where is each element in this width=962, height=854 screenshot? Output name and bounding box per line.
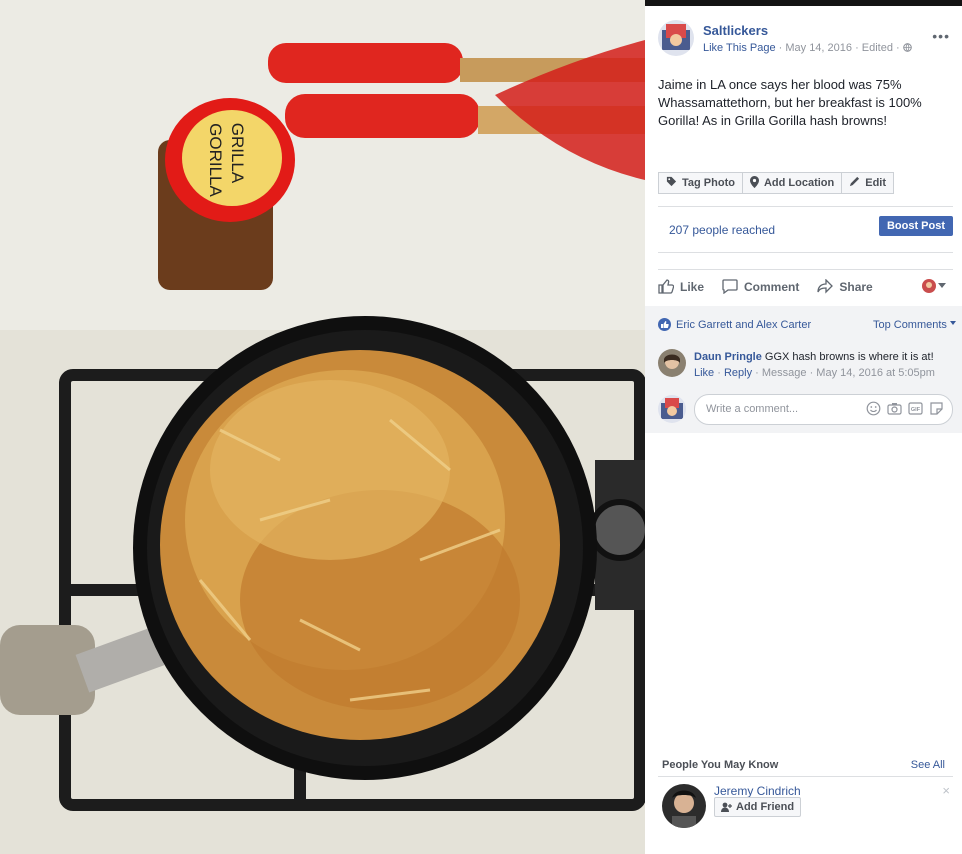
add-friend-icon	[721, 802, 732, 812]
profile-mini-icon	[922, 279, 936, 293]
comment-input[interactable]	[704, 402, 858, 416]
comment-composer[interactable]: GIF	[694, 394, 953, 425]
share-arrow-icon	[817, 279, 834, 294]
comment-timestamp: · Message · May 14, 2016 at 5:05pm	[752, 367, 935, 379]
sticker-icon[interactable]	[929, 401, 944, 416]
share-button[interactable]: Share	[817, 279, 873, 294]
suggested-friend-avatar-image	[662, 784, 706, 828]
liked-by-summary[interactable]: Eric Garrett and Alex Carter	[658, 318, 811, 331]
divider	[658, 776, 953, 777]
edit-label: Edit	[865, 177, 887, 189]
comment-meta: Like · Reply · Message · May 14, 2016 at…	[694, 367, 935, 379]
like-button[interactable]: Like	[658, 279, 704, 294]
svg-text:GIF: GIF	[911, 407, 921, 413]
comment-button[interactable]: Comment	[722, 279, 799, 294]
add-location-button[interactable]: Add Location	[742, 172, 843, 194]
post-meta: Like This Page · May 14, 2016 · Edited ·	[703, 42, 912, 54]
see-all-link[interactable]: See All	[911, 759, 945, 771]
comment-bubble-icon	[722, 279, 738, 294]
caret-down-icon	[950, 321, 956, 325]
commenter-avatar[interactable]	[658, 349, 686, 377]
liked-by-names: Eric Garrett and Alex Carter	[676, 318, 812, 331]
edit-button[interactable]: Edit	[842, 172, 895, 194]
reaction-bar: Like Comment Share	[658, 279, 873, 294]
post-photo[interactable]: GRILLA GORILLA	[0, 0, 645, 854]
add-friend-button[interactable]: Add Friend	[714, 797, 802, 817]
like-page-link[interactable]: Like This Page	[703, 42, 776, 54]
gif-icon[interactable]: GIF	[908, 401, 923, 416]
post-caption: Jaime in LA once says her blood was 75% …	[658, 77, 922, 128]
photo-image: GRILLA GORILLA	[0, 0, 645, 854]
divider	[658, 252, 953, 253]
comment-label: Comment	[744, 279, 800, 294]
page-name[interactable]: Saltlickers	[703, 23, 768, 38]
comment-text: GGX hash browns is where it is at!	[764, 351, 934, 363]
composer-icons: GIF	[866, 401, 944, 416]
like-label: Like	[680, 279, 705, 294]
page-avatar[interactable]	[658, 20, 694, 56]
like-reaction-icon	[658, 318, 671, 331]
divider	[658, 206, 953, 207]
comment-author[interactable]: Daun Pringle	[694, 351, 762, 363]
thumbs-up-icon	[658, 279, 674, 294]
share-label: Share	[839, 279, 873, 294]
pencil-icon	[849, 176, 860, 190]
caret-down-icon	[938, 283, 946, 288]
location-pin-icon	[749, 175, 759, 191]
comments-section: Eric Garrett and Alex Carter Top Comment…	[645, 306, 962, 433]
suggested-friend-name[interactable]: Jeremy Cindrich	[714, 784, 801, 798]
post-date: · May 14, 2016 · Edited ·	[775, 42, 903, 54]
camera-icon[interactable]	[887, 401, 902, 416]
post-side-panel: Saltlickers Like This Page · May 14, 201…	[645, 6, 962, 854]
emoji-icon[interactable]	[866, 401, 881, 416]
divider	[658, 269, 953, 270]
boost-post-button[interactable]: Boost Post	[878, 216, 953, 236]
dismiss-suggestion-icon[interactable]: ×	[942, 783, 950, 798]
spice-label-line1: GRILLA	[228, 123, 247, 184]
people-reached-link[interactable]: 207 people reached	[669, 223, 775, 237]
comment-reply-link[interactable]: Reply	[724, 367, 752, 379]
comment-sort-label: Top Comments	[872, 319, 947, 331]
commenter-avatar-image	[658, 349, 686, 377]
spice-label-line2: GORILLA	[206, 123, 225, 197]
suggested-friend-avatar[interactable]	[662, 784, 706, 828]
tag-icon	[666, 176, 677, 190]
add-friend-label: Add Friend	[736, 801, 795, 813]
comment-sort-dropdown[interactable]: Top Comments	[873, 319, 956, 331]
photo-actions: Tag Photo Add Location Edit	[658, 172, 895, 194]
audience-selector[interactable]	[922, 279, 946, 293]
current-user-avatar	[658, 395, 686, 423]
more-options-icon[interactable]: •••	[932, 28, 950, 44]
people-you-may-know-title: People You May Know	[662, 759, 779, 771]
globe-icon	[902, 42, 912, 54]
page-avatar-image	[658, 20, 694, 56]
comment-like-link[interactable]: Like	[694, 367, 714, 379]
tag-photo-button[interactable]: Tag Photo	[658, 172, 743, 194]
add-location-label: Add Location	[763, 177, 835, 189]
tag-photo-label: Tag Photo	[682, 177, 735, 189]
current-user-avatar-image	[658, 395, 686, 423]
comment-body: Daun Pringle GGX hash browns is where it…	[694, 351, 934, 363]
